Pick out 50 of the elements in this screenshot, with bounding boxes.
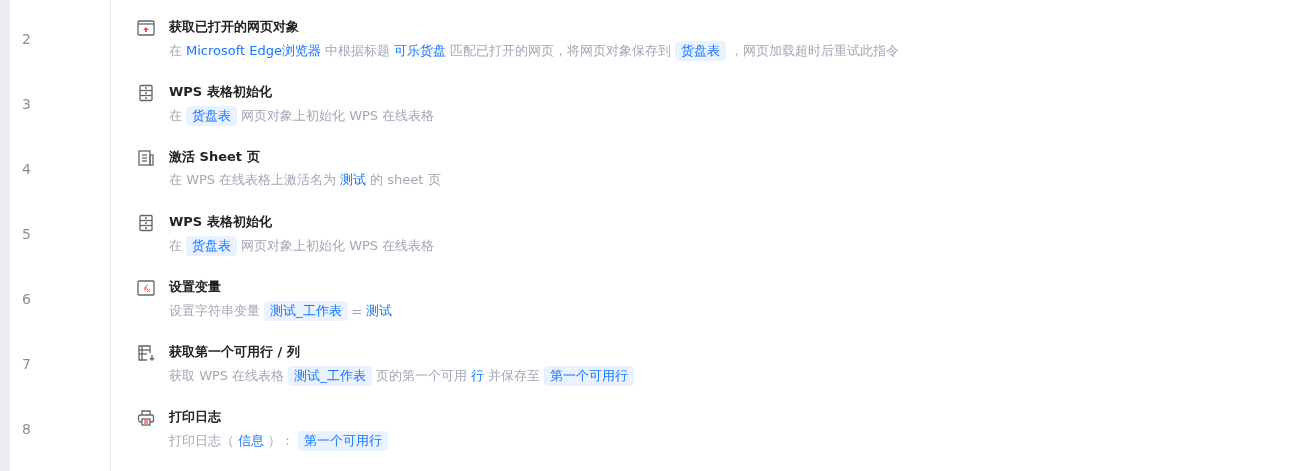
description-text: 在 WPS 在线表格上激活名为 bbox=[169, 171, 337, 189]
value-text: 测试 bbox=[340, 171, 367, 189]
line-number: 4 bbox=[22, 160, 31, 177]
step-title: WPS 表格初始化 bbox=[169, 213, 273, 231]
line-number: 5 bbox=[22, 225, 31, 242]
value-text: 行 bbox=[470, 367, 484, 385]
browser-window-icon bbox=[137, 19, 155, 37]
description-text: = bbox=[351, 303, 363, 319]
description-text: 的 sheet 页 bbox=[370, 171, 441, 189]
step-title: 激活 Sheet 页 bbox=[169, 148, 261, 166]
variable-chip: 第一个可用行 bbox=[298, 431, 388, 451]
variable-chip: 第一个可用行 bbox=[543, 366, 634, 386]
step-title: 打印日志 bbox=[169, 408, 222, 426]
step-title: 获取第一个可用行 / 列 bbox=[169, 343, 301, 361]
line-number: 6 bbox=[22, 290, 31, 307]
description-text: 在 bbox=[169, 107, 182, 125]
cabinet-icon bbox=[137, 214, 155, 232]
description-text: 并保存至 bbox=[487, 367, 540, 385]
variable-chip: 货盘表 bbox=[675, 41, 726, 61]
line-number: 2 bbox=[22, 30, 31, 47]
value-text: Microsoft Edge浏览器 bbox=[186, 42, 321, 60]
description-text: 网页对象上初始化 WPS 在线表格 bbox=[241, 107, 435, 125]
description-text: 打印日志（ bbox=[169, 432, 234, 450]
step-title: 设置变量 bbox=[169, 278, 222, 296]
description-text: 匹配已打开的网页，将网页对象保存到 bbox=[450, 42, 671, 60]
value-text: 可乐货盘 bbox=[394, 42, 446, 60]
description-text: ）： bbox=[268, 432, 294, 450]
function-icon bbox=[137, 279, 155, 297]
value-text: 测试 bbox=[366, 302, 393, 320]
description-text: 网页对象上初始化 WPS 在线表格 bbox=[241, 237, 435, 255]
variable-chip: 货盘表 bbox=[186, 236, 237, 256]
step-title: 获取已打开的网页对象 bbox=[169, 18, 300, 36]
variable-chip: 测试_工作表 bbox=[288, 366, 372, 386]
line-number: 3 bbox=[22, 95, 31, 112]
spreadsheet-icon bbox=[137, 149, 155, 167]
variable-chip: 货盘表 bbox=[186, 106, 237, 126]
description-text: 中根据标题 bbox=[325, 42, 390, 60]
variable-chip: 测试_工作表 bbox=[264, 301, 348, 321]
line-number: 8 bbox=[22, 420, 31, 437]
printer-icon bbox=[137, 409, 155, 427]
description-text: 在 bbox=[169, 237, 182, 255]
description-text: ，网页加载超时后重试此指令 bbox=[730, 42, 899, 60]
description-text: 在 bbox=[169, 42, 182, 60]
description-text: 设置字符串变量 bbox=[169, 302, 260, 320]
value-text: 信息 bbox=[238, 432, 264, 450]
cabinet-icon bbox=[137, 84, 155, 102]
step-title: WPS 表格初始化 bbox=[169, 83, 273, 101]
description-text: 获取 WPS 在线表格 bbox=[169, 367, 285, 385]
line-number: 7 bbox=[22, 355, 31, 372]
list-arrow-icon bbox=[137, 344, 155, 362]
